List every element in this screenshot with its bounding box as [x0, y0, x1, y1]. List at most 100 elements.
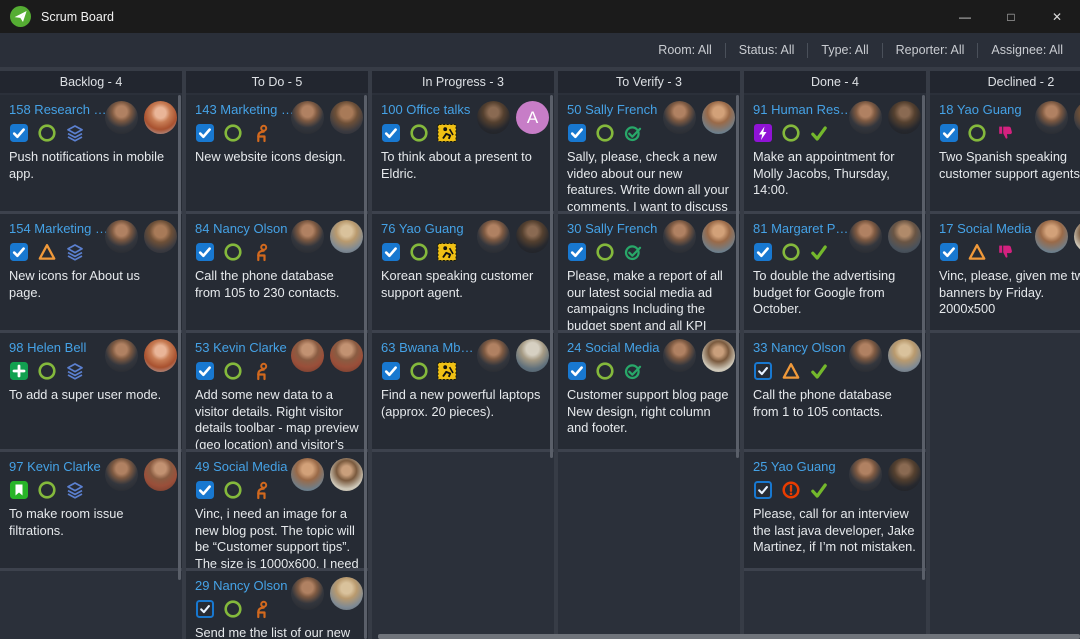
- card-title-link[interactable]: 143 Marketing …: [195, 102, 298, 118]
- ring-green-icon: [223, 242, 243, 262]
- card[interactable]: 81 Margaret P…To double the advertising …: [744, 214, 926, 333]
- card[interactable]: 84 Nancy OlsonCall the phone database fr…: [186, 214, 368, 333]
- checkbox-filled-icon: [567, 361, 587, 381]
- card[interactable]: 18 Yao GuangTwo Spanish speaking custome…: [930, 95, 1080, 214]
- avatar-man-glasses: [1074, 101, 1080, 134]
- filter-status[interactable]: Status: All: [726, 43, 808, 57]
- card-title-link[interactable]: 29 Nancy Olson: [195, 578, 298, 594]
- maximize-button[interactable]: □: [988, 0, 1034, 33]
- filter-bar: Room: All Status: All Type: All Reporter…: [0, 33, 1080, 67]
- card[interactable]: 17 Social MediaVinc, please, given me tw…: [930, 214, 1080, 333]
- avatar-man-suit: [330, 339, 363, 372]
- card[interactable]: 100 Office talksATo think about a presen…: [372, 95, 554, 214]
- card[interactable]: 49 Social MediaVinc, i need an image for…: [186, 452, 368, 571]
- card-title-link[interactable]: 53 Kevin Clarke: [195, 340, 298, 356]
- avatar-man-glasses: [330, 101, 363, 134]
- avatar-man-turtleneck: [105, 458, 138, 491]
- column-body-in-progress: 100 Office talksATo think about a presen…: [372, 95, 554, 639]
- vertical-scrollbar-thumb[interactable]: [364, 95, 367, 639]
- horizontal-scrollbar[interactable]: [0, 633, 1080, 639]
- filter-room[interactable]: Room: All: [645, 43, 725, 57]
- card-title-link[interactable]: 81 Margaret P…: [753, 221, 856, 237]
- card-title-link[interactable]: 63 Bwana Mb…: [381, 340, 484, 356]
- avatar-woman-redhead: [144, 339, 177, 372]
- card-avatars: [849, 220, 921, 253]
- checkbox-filled-icon: [939, 242, 959, 262]
- card-title-link[interactable]: 17 Social Media: [939, 221, 1042, 237]
- card[interactable]: 63 Bwana Mb…Find a new powerful laptops …: [372, 333, 554, 452]
- ring-green-icon: [781, 242, 801, 262]
- card[interactable]: 76 Yao GuangKorean speaking customer sup…: [372, 214, 554, 333]
- card-avatars: [1035, 101, 1080, 134]
- card-avatars: [105, 458, 177, 491]
- card-title-link[interactable]: 33 Nancy Olson: [753, 340, 856, 356]
- board: Backlog - 4158 Research …Push notificati…: [0, 67, 1080, 639]
- card[interactable]: 97 Kevin Clarke To make room issue filtra…: [0, 452, 182, 571]
- card-title-link[interactable]: 84 Nancy Olson: [195, 221, 298, 237]
- minimize-button[interactable]: —: [942, 0, 988, 33]
- card[interactable]: 50 Sally FrenchSally, please, check a ne…: [558, 95, 740, 214]
- horizontal-scrollbar-thumb[interactable]: [378, 634, 1080, 639]
- column-in-progress: In Progress - 3100 Office talksATo think…: [372, 71, 554, 639]
- card[interactable]: 33 Nancy OlsonCall the phone database fr…: [744, 333, 926, 452]
- card-title-link[interactable]: 50 Sally French: [567, 102, 670, 118]
- ring-green-icon: [223, 599, 243, 619]
- close-button[interactable]: ✕: [1034, 0, 1080, 33]
- vertical-scrollbar-thumb[interactable]: [178, 95, 181, 580]
- checkbox-outline-icon: [195, 599, 215, 619]
- card[interactable]: 25 Yao GuangPlease, call for an intervie…: [744, 452, 926, 571]
- layers-blue-icon: [65, 123, 85, 143]
- filter-assignee[interactable]: Assignee: All: [978, 43, 1076, 57]
- card-avatars: [663, 339, 735, 372]
- card[interactable]: 91 Human Res…Make an appointment for Mol…: [744, 95, 926, 214]
- card-title-link[interactable]: 24 Social Media: [567, 340, 670, 356]
- worker-yellow-icon: [437, 123, 457, 143]
- ring-green-icon: [967, 123, 987, 143]
- card[interactable]: 98 Helen BellTo add a super user mode.: [0, 333, 182, 452]
- avatar-man-turtleneck: [663, 101, 696, 134]
- card[interactable]: 143 Marketing …New website icons design.: [186, 95, 368, 214]
- avatar-woman-blonde: [330, 220, 363, 253]
- card-avatars: [291, 339, 363, 372]
- card-description: To make room issue filtrations.: [9, 506, 173, 539]
- checkbox-filled-icon: [939, 123, 959, 143]
- avatar-man-turtleneck: [663, 220, 696, 253]
- card[interactable]: 158 Research …Push notifications in mobi…: [0, 95, 182, 214]
- card[interactable]: 29 Nancy OlsonSend me the list of our ne…: [186, 571, 368, 639]
- vertical-scrollbar-thumb[interactable]: [736, 95, 739, 458]
- ring-green-icon: [409, 361, 429, 381]
- checkbox-filled-icon: [567, 242, 587, 262]
- card-title-link[interactable]: 154 Marketing …: [9, 221, 112, 237]
- filter-type[interactable]: Type: All: [808, 43, 881, 57]
- card-avatars: [105, 339, 177, 372]
- vertical-scrollbar-thumb[interactable]: [550, 95, 553, 458]
- column-body-to-verify: 50 Sally FrenchSally, please, check a ne…: [558, 95, 740, 639]
- avatar-man-turtleneck: [849, 339, 882, 372]
- card-title-link[interactable]: 18 Yao Guang: [939, 102, 1042, 118]
- card[interactable]: 30 Sally FrenchPlease, make a report of …: [558, 214, 740, 333]
- checkbox-filled-icon: [195, 480, 215, 500]
- ring-green-icon: [781, 123, 801, 143]
- card-title-link[interactable]: 76 Yao Guang: [381, 221, 484, 237]
- card-title-link[interactable]: 97 Kevin Clarke: [9, 459, 112, 475]
- card-avatars: [663, 101, 735, 134]
- checkbox-outline-icon: [753, 361, 773, 381]
- card-title-link[interactable]: 91 Human Res…: [753, 102, 856, 118]
- card[interactable]: 24 Social MediaCustomer support blog pag…: [558, 333, 740, 452]
- column-declined: Declined - 218 Yao GuangTwo Spanish spea…: [930, 71, 1080, 639]
- card-avatars: [849, 339, 921, 372]
- card-title-link[interactable]: 49 Social Media: [195, 459, 298, 475]
- card-title-link[interactable]: 30 Sally French: [567, 221, 670, 237]
- app-logo-icon: [10, 6, 31, 27]
- vertical-scrollbar-thumb[interactable]: [922, 95, 925, 580]
- card-title-link[interactable]: 98 Helen Bell: [9, 340, 112, 356]
- filter-reporter[interactable]: Reporter: All: [883, 43, 978, 57]
- card-title-link[interactable]: 100 Office talks: [381, 102, 484, 118]
- ring-green-icon: [37, 123, 57, 143]
- card[interactable]: 154 Marketing …New icons for About us pa…: [0, 214, 182, 333]
- card-title-link[interactable]: 158 Research …: [9, 102, 112, 118]
- card-avatars: A: [477, 101, 549, 134]
- card[interactable]: 53 Kevin ClarkeAdd some new data to a vi…: [186, 333, 368, 452]
- checkbox-filled-icon: [381, 361, 401, 381]
- card-title-link[interactable]: 25 Yao Guang: [753, 459, 856, 475]
